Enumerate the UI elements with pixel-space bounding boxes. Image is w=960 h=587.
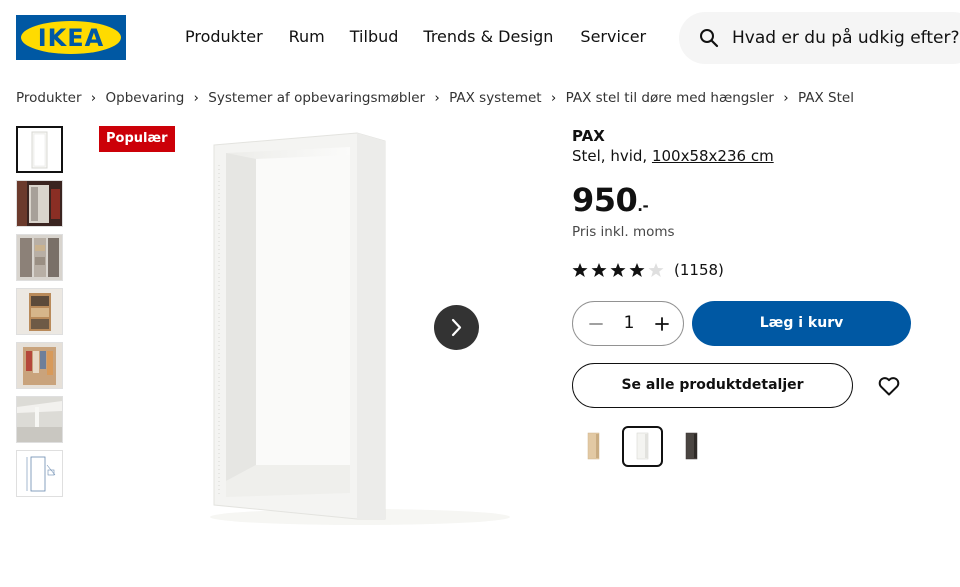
product-price: 950.- — [572, 180, 649, 226]
product-details-button[interactable]: Se alle produktdetaljer — [572, 363, 853, 408]
chevron-right-icon — [451, 318, 462, 337]
chevron-right-icon: › — [783, 90, 789, 106]
chevron-right-icon: › — [550, 90, 557, 106]
breadcrumb-item[interactable]: PAX systemet — [449, 90, 541, 106]
rating-stars — [572, 262, 664, 278]
ikea-logo[interactable]: IKEA — [16, 15, 126, 60]
search-bar[interactable] — [679, 12, 960, 64]
nav-item-trends-design[interactable]: Trends & Design — [423, 26, 553, 48]
product-dimensions-link[interactable]: 100x58x236 cm — [652, 147, 774, 165]
nav-item-rum[interactable]: Rum — [289, 26, 325, 48]
thumbnail-clothes-hanging[interactable] — [16, 342, 63, 389]
variant-black-brown[interactable] — [671, 426, 712, 467]
nav-item-tilbud[interactable]: Tilbud — [350, 26, 399, 48]
breadcrumb-item[interactable]: Systemer af opbevaringsmøbler — [208, 90, 425, 106]
variant-white[interactable] — [622, 426, 663, 467]
breadcrumb-item-current[interactable]: PAX Stel — [798, 90, 854, 106]
product-name: PAX — [572, 127, 605, 145]
thumbnail-wardrobe-frame[interactable] — [16, 126, 63, 173]
product-description: Stel, hvid, 100x58x236 cm — [572, 146, 774, 166]
breadcrumb-item[interactable]: Produkter — [16, 90, 82, 106]
nav-item-produkter[interactable]: Produkter — [185, 26, 263, 48]
product-rating[interactable]: (1158) — [572, 261, 724, 279]
thumbnail-closet-interior[interactable] — [16, 234, 63, 281]
thumbnail-room-dark[interactable] — [16, 180, 63, 227]
thumbnail-frame-closeup[interactable] — [16, 396, 63, 443]
search-icon[interactable] — [699, 28, 719, 48]
chevron-right-icon: › — [193, 90, 199, 106]
star-icon-filled — [591, 263, 607, 277]
price-suffix: .- — [637, 197, 649, 215]
star-icon-empty — [648, 263, 664, 277]
chevron-right-icon: › — [90, 90, 97, 106]
nav-item-servicer[interactable]: Servicer — [580, 26, 646, 48]
quantity-value[interactable]: 1 — [613, 313, 645, 333]
main-nav: Produkter Rum Tilbud Trends & Design Ser… — [185, 26, 646, 48]
price-value: 950 — [572, 181, 638, 219]
heart-icon[interactable] — [877, 374, 901, 398]
popular-badge: Populær — [99, 126, 175, 152]
variant-oak-effect[interactable] — [573, 426, 614, 467]
logo-text: IKEA — [37, 23, 105, 52]
add-to-cart-button[interactable]: Læg i kurv — [692, 301, 911, 346]
next-image-button[interactable] — [434, 305, 479, 350]
price-note: Pris inkl. moms — [572, 224, 675, 240]
breadcrumb: Produkter › Opbevaring › Systemer af opb… — [16, 90, 854, 106]
breadcrumb-item[interactable]: Opbevaring — [106, 90, 185, 106]
chevron-right-icon: › — [434, 90, 440, 106]
star-icon-filled — [610, 263, 626, 277]
review-count[interactable]: (1158) — [674, 261, 724, 279]
minus-icon[interactable] — [587, 315, 605, 333]
plus-icon[interactable] — [653, 315, 671, 333]
breadcrumb-item[interactable]: PAX stel til døre med hængsler — [566, 90, 774, 106]
product-description-text: Stel, hvid, — [572, 147, 652, 165]
quantity-stepper: 1 — [572, 301, 684, 346]
thumbnail-dimension-drawing[interactable] — [16, 450, 63, 497]
thumbnail-open-wardrobe[interactable] — [16, 288, 63, 335]
star-icon-filled — [572, 263, 588, 277]
star-icon-filled — [629, 263, 645, 277]
search-input[interactable] — [732, 26, 960, 50]
